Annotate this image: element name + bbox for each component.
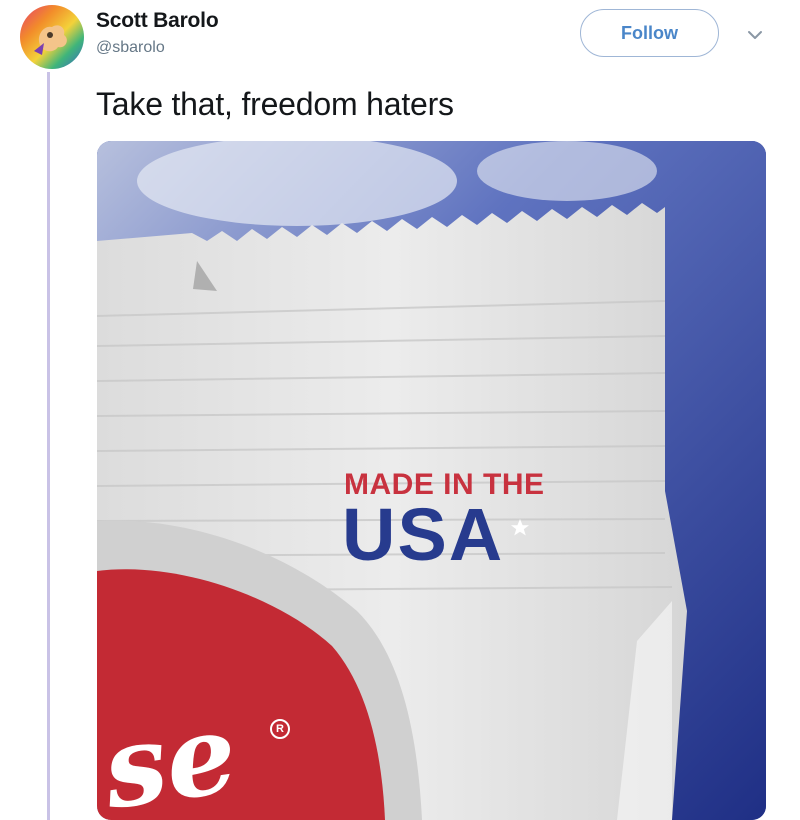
follow-button[interactable]: Follow <box>580 9 719 57</box>
author-name[interactable]: Scott Barolo <box>96 9 219 33</box>
usa-label: USA <box>342 493 505 576</box>
chevron-down-icon <box>748 31 762 39</box>
more-options-button[interactable] <box>744 24 766 46</box>
avatar-icon <box>20 5 84 69</box>
tweet-text: Take that, freedom haters <box>96 86 454 122</box>
brand-logo-fragment: se <box>97 687 245 820</box>
thread-connector-line <box>47 72 50 820</box>
tweet-photo[interactable]: MADE IN THE USA se R <box>97 141 766 820</box>
avatar[interactable] <box>20 5 84 69</box>
author-handle[interactable]: @sbarolo <box>96 39 165 57</box>
registered-mark: R <box>270 719 290 739</box>
